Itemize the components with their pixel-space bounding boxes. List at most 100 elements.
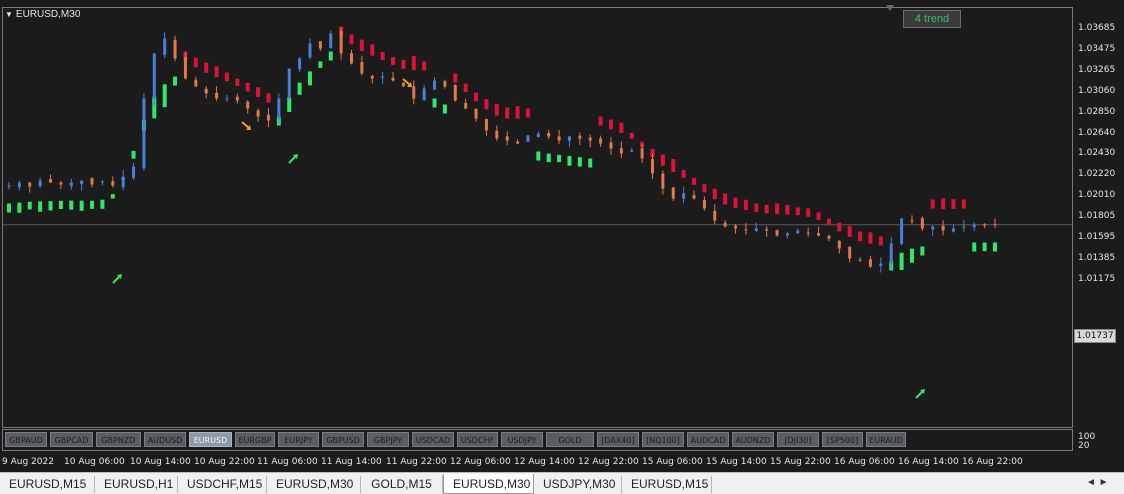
chart-tab[interactable]: USDJPY,M30 [534,476,622,493]
candle-body [578,135,582,139]
chart-window[interactable]: ▼ EURUSD,M30 4 trend 1.03685 1.03475 1.032… [0,0,1124,472]
trend-band-bar [961,199,966,209]
symbol-button-dax40[interactable]: [DAX40] [597,432,639,447]
candle-body [443,81,447,87]
subwindow-min-label: 20 [1078,441,1090,451]
symbol-button-usdchf[interactable]: USDCHF [457,432,498,447]
chart-tab[interactable]: EURUSD,M30 [267,476,361,493]
candle-body [682,193,686,199]
candle-body [69,182,73,187]
symbol-button-usdjpy[interactable]: USDJPY [501,432,543,447]
trend-band-bar [858,231,863,242]
chart-tab[interactable]: USDCHF,M15 [178,476,267,493]
trend-band-bar [723,193,728,205]
candle-body [993,223,997,225]
price-tick-label: 1.02220 [1078,169,1116,180]
trend-band-bar [754,203,759,212]
trend-band-bar [58,200,63,209]
chart-tab[interactable]: EURUSD,M15 [0,476,95,493]
candle-body [495,130,499,139]
time-tick-label: 12 Aug 14:00 [514,457,575,467]
candle-body [951,228,955,232]
symbol-button-gbpnzd[interactable]: GBPNZD [96,432,141,447]
trend-band-bar [131,150,136,159]
symbol-button-audnzd[interactable]: AUDNZD [732,432,774,447]
chart-tab[interactable]: EURUSD,M15 [622,476,712,493]
symbol-button-gbpaud[interactable]: GBPAUD [5,432,47,447]
symbol-button-gbpcad[interactable]: GBPCAD [50,432,93,447]
sell-arrow-icon [241,121,250,129]
time-tick-label: 10 Aug 14:00 [130,457,191,467]
trend-band-bar [193,57,198,68]
time-tick-label: 11 Aug 06:00 [257,457,318,467]
candle-body [38,180,42,187]
tab-scroll-arrows-icon[interactable]: ◄ ► [1086,477,1109,488]
trend-band-bar [370,44,375,56]
symbol-button-gold[interactable]: GOLD [546,432,594,447]
symbol-button-audusd[interactable]: AUDUSD [144,432,186,447]
symbol-button-usdcad[interactable]: USDCAD [412,432,454,447]
candle-body [7,185,11,187]
candle-body [827,235,831,239]
chart-tab[interactable]: EURUSD,M30 [443,474,534,494]
trend-band-bar [7,203,11,213]
candle-body [650,159,654,174]
candle-body [817,233,821,236]
price-tick-label: 1.01175 [1078,273,1116,284]
candle-body [329,33,333,49]
trend-band-bar [733,197,738,208]
trend-band-bar [972,242,977,252]
candle-body [287,68,291,99]
trend-band-bar [660,154,665,166]
trend-band-bar [899,252,904,270]
trend-band-bar [474,92,479,102]
trend-band-bar [256,87,261,98]
trend-band-bar [941,198,946,210]
candle-body [152,53,156,100]
candle-body [142,98,146,169]
candle-body [59,182,63,185]
symbol-button-eurjpy[interactable]: EURJPY [278,432,319,447]
time-tick-label: 12 Aug 06:00 [450,457,511,467]
candle-body [702,199,706,209]
trend-band-bar [608,119,613,130]
chart-tab[interactable]: EURUSD,H1 [95,476,178,493]
trend-indicator-label[interactable]: 4 trend [903,10,961,28]
time-tick-label: 15 Aug 14:00 [706,457,767,467]
trend-band-bar [525,108,530,118]
candle-body [640,148,644,159]
symbol-button-eurusd[interactable]: EURUSD [189,432,232,447]
price-tick-label: 1.03265 [1078,64,1116,75]
trend-band-bar [681,170,686,178]
trend-band-bar [380,51,385,61]
chart-tab[interactable]: GOLD,M15 [361,476,443,493]
symbol-button-dji30[interactable]: [DJI30] [777,432,819,447]
symbol-button-audcad[interactable]: AUDCAD [687,432,729,447]
symbol-button-sp500[interactable]: [SP500] [822,432,863,447]
trend-band-bar [619,122,624,134]
trend-band-bar [629,132,634,139]
candle-body [806,232,810,234]
candle-body [350,53,354,64]
candle-body [464,102,468,109]
candle-body [100,181,104,183]
symbol-button-euraud[interactable]: EURAUD [866,432,906,447]
symbol-button-gbpusd[interactable]: GBPUSD [322,432,364,447]
trend-band-bar [349,34,354,45]
trend-band-bar [214,66,219,78]
candle-body [256,110,260,117]
symbol-button-gbpjpy[interactable]: GBPJPY [367,432,409,447]
trend-band-bar [484,99,489,110]
candle-body [370,75,374,79]
symbol-button-nq100[interactable]: [NQ100] [642,432,684,447]
time-tick-label: 16 Aug 06:00 [834,457,895,467]
candle-body [661,173,665,189]
trend-band-bar [505,107,510,119]
candle-body [111,181,115,186]
collapse-triangle-icon[interactable]: ▼ [5,10,13,19]
trend-band-bar [494,104,499,116]
symbol-button-eurgbp[interactable]: EURGBP [235,432,275,447]
candle-body [526,135,530,142]
trend-band-bar [307,71,312,86]
main-chart-area[interactable] [2,7,1073,428]
